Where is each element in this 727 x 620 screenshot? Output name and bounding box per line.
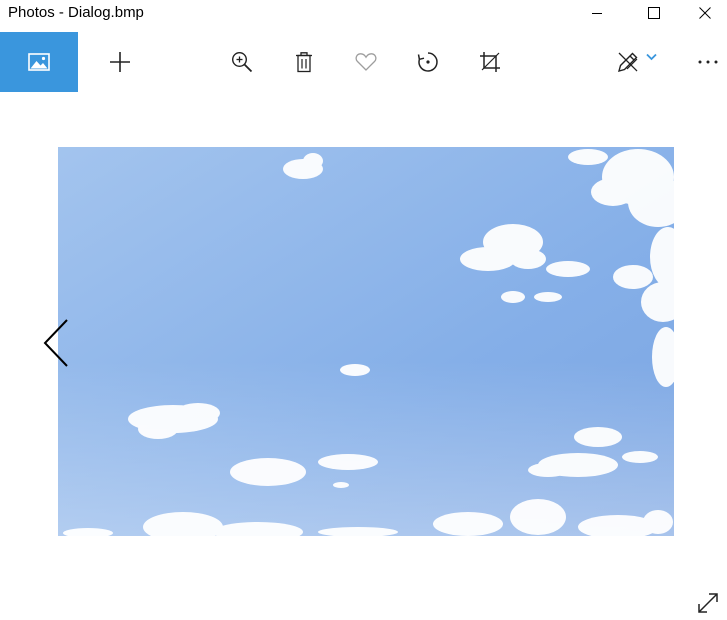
- zoom-button[interactable]: [220, 32, 264, 92]
- more-button[interactable]: [688, 32, 727, 92]
- crop-button[interactable]: [468, 32, 512, 92]
- maximize-icon: [647, 7, 660, 19]
- more-icon: [698, 60, 717, 64]
- photo-image: [58, 147, 674, 536]
- edit-create-button[interactable]: [604, 32, 668, 92]
- chevron-left-icon: [43, 319, 68, 367]
- title-bar: Photos - Dialog.bmp: [0, 0, 727, 32]
- fullscreen-button[interactable]: [690, 586, 726, 620]
- window-title: Photos - Dialog.bmp: [8, 4, 144, 21]
- zoom-in-icon: [231, 51, 253, 73]
- plus-icon: [110, 52, 130, 72]
- minimize-icon: [591, 13, 602, 14]
- heart-icon: [355, 53, 377, 71]
- delete-button[interactable]: [282, 32, 326, 92]
- minimize-button[interactable]: [568, 0, 625, 26]
- collection-button[interactable]: [0, 32, 78, 92]
- chevron-down-icon: [645, 53, 657, 61]
- maximize-button[interactable]: [625, 0, 682, 26]
- rotate-button[interactable]: [406, 32, 450, 92]
- close-button[interactable]: [682, 0, 727, 26]
- image-icon: [28, 53, 50, 71]
- edit-create-icon: [617, 52, 637, 72]
- rotate-icon: [417, 52, 438, 72]
- close-icon: [698, 7, 711, 19]
- crop-icon: [480, 52, 500, 72]
- previous-photo-button[interactable]: [36, 314, 76, 372]
- add-button[interactable]: [98, 32, 142, 92]
- trash-icon: [296, 52, 312, 73]
- favorite-button[interactable]: [344, 32, 388, 92]
- expand-icon: [698, 593, 718, 613]
- toolbar: [0, 32, 727, 92]
